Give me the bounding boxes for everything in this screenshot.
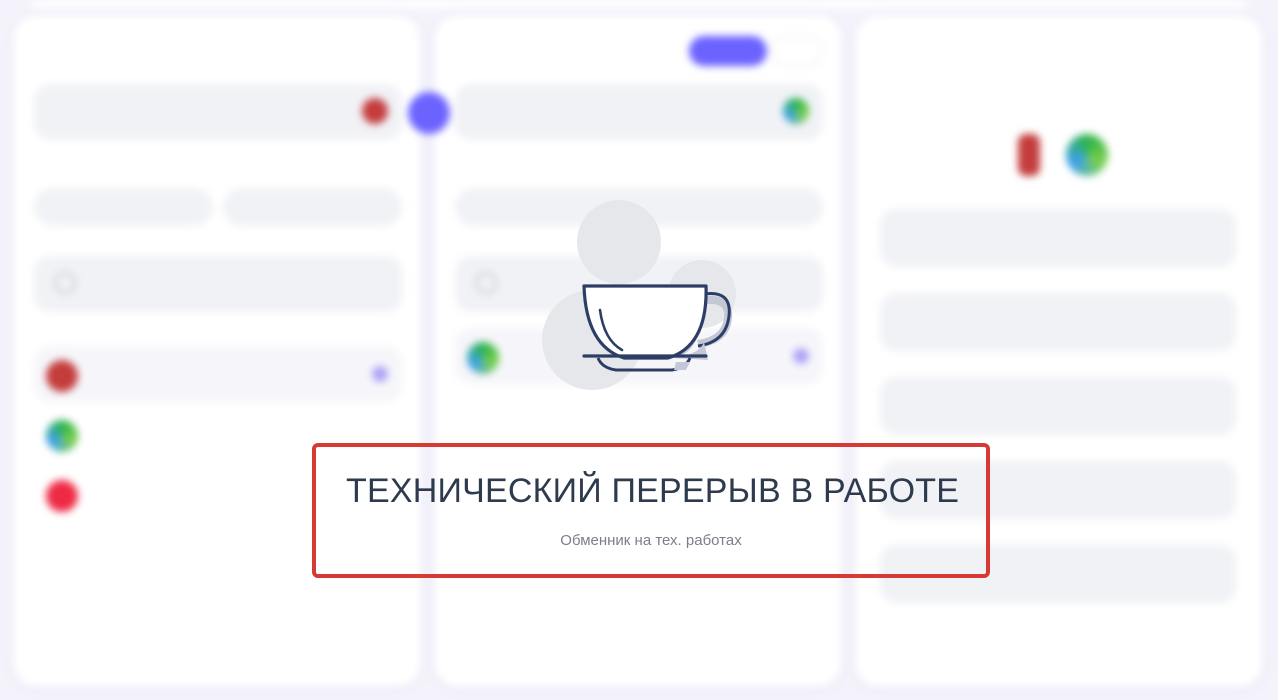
maintenance-subtitle: Обменник на тех. работах	[560, 532, 742, 549]
receive-toggle	[689, 36, 823, 66]
currency-row	[34, 346, 402, 402]
search-icon	[475, 272, 497, 294]
give-panel	[14, 16, 420, 686]
toggle-on	[689, 36, 767, 66]
give-filter-buttons	[34, 188, 402, 226]
sber-icon	[467, 342, 499, 374]
search-icon	[54, 272, 76, 294]
card-icon	[46, 480, 78, 512]
receive-amount-field	[455, 84, 823, 140]
promo-field	[880, 209, 1236, 267]
coffee-cup-icon	[542, 200, 736, 390]
sber-icon	[46, 420, 78, 452]
sber-icon	[1066, 134, 1108, 176]
country-select	[880, 293, 1236, 351]
selected-dot-icon	[372, 366, 388, 382]
selected-dot-icon	[793, 348, 809, 364]
give-amount-field	[34, 84, 402, 140]
toggle-off	[771, 36, 823, 66]
give-search-field	[34, 256, 402, 312]
btc-icon	[46, 360, 78, 392]
maintenance-message: ТЕХНИЧЕСКИЙ ПЕРЕРЫВ В РАБОТЕ Обменник на…	[312, 443, 990, 578]
btc-icon	[1018, 134, 1040, 176]
filter-pill	[223, 188, 402, 226]
btc-coin-icon	[362, 98, 388, 124]
top-strip	[30, 0, 1248, 8]
maintenance-title: ТЕХНИЧЕСКИЙ ПЕРЕРЫВ В РАБОТЕ	[346, 472, 960, 510]
sber-coin-icon	[783, 98, 809, 124]
swap-icon	[408, 92, 450, 134]
data-entry-panel	[856, 16, 1262, 686]
filter-pill	[34, 188, 213, 226]
exchange-summary	[886, 134, 1236, 184]
city-select	[880, 377, 1236, 435]
